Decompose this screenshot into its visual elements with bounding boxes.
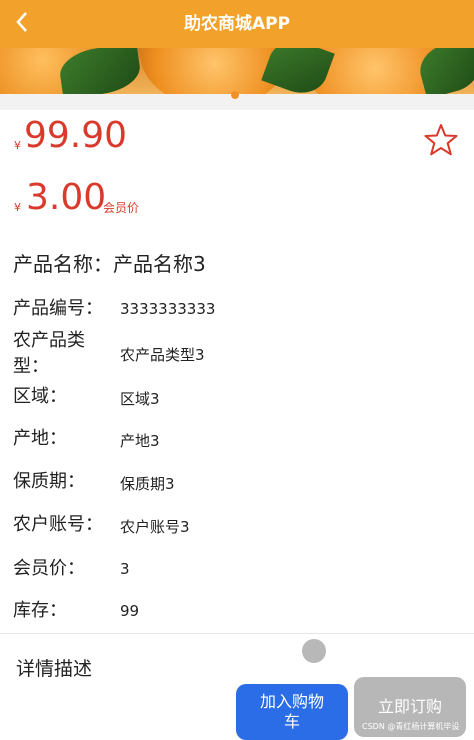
section-divider	[0, 633, 474, 634]
add-to-cart-label-line: 加入购物	[259, 692, 324, 711]
product-type-label-line: 型：	[13, 356, 49, 377]
product-code-value: 3333333333	[120, 300, 216, 318]
region-value: 区域3	[120, 390, 160, 408]
carousel-indicator-dot[interactable]	[231, 91, 239, 99]
region-label: 区域：	[13, 386, 67, 407]
product-name-label: 产品名称：	[13, 252, 113, 276]
farmer-account-label: 农户账号：	[13, 514, 103, 535]
product-type-label: 农产品类 型：	[13, 328, 85, 380]
add-to-cart-button[interactable]: 加入购物 车	[236, 684, 348, 740]
member-price: 3.00	[26, 177, 107, 218]
currency-symbol: ¥	[14, 201, 21, 214]
product-type-label-line: 农产品类	[13, 330, 85, 351]
origin-label: 产地：	[13, 428, 67, 449]
page-title: 助农商城APP	[183, 14, 291, 34]
farmer-account-value: 农户账号3	[120, 518, 190, 536]
currency-symbol: ¥	[14, 139, 21, 152]
stock-label: 库存：	[13, 600, 67, 621]
add-to-cart-label-line: 车	[283, 712, 300, 731]
product-price: 99.90	[24, 115, 128, 156]
star-outline-icon[interactable]	[424, 123, 458, 157]
floating-assist-button[interactable]	[302, 639, 326, 663]
watermark: CSDN @青红杨计算机毕设	[362, 722, 460, 731]
description-title: 详情描述	[16, 658, 93, 680]
shelf-life-value: 保质期3	[120, 475, 175, 493]
stock-value: 99	[120, 602, 140, 620]
member-price-tag: 会员价	[103, 201, 140, 215]
shelf-life-label: 保质期：	[13, 471, 85, 492]
product-name-value: 产品名称3	[113, 252, 206, 276]
member-price-row-value: 3	[120, 560, 130, 578]
product-name-row: 产品名称：产品名称3	[13, 248, 206, 277]
product-code-label: 产品编号：	[13, 298, 103, 319]
product-type-value: 农产品类型3	[120, 346, 205, 364]
member-price-row-label: 会员价：	[13, 558, 85, 579]
product-image-carousel[interactable]	[0, 48, 474, 94]
app-header: 助农商城APP	[0, 0, 474, 48]
origin-value: 产地3	[120, 432, 160, 450]
